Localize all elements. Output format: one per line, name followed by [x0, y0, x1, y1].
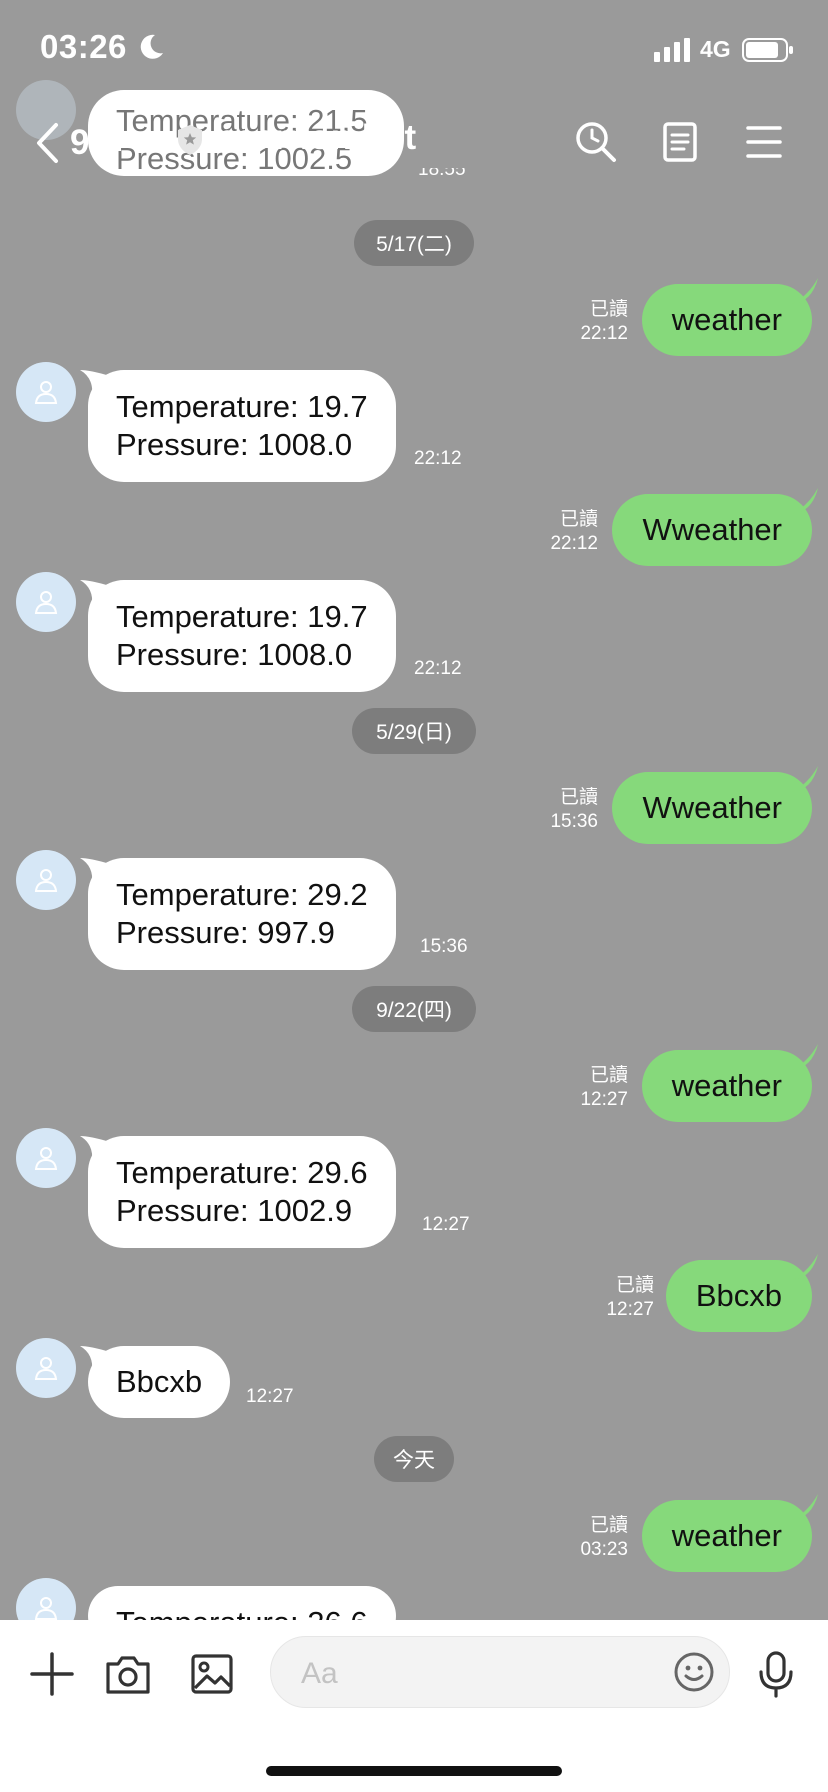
- bubble-tail: [792, 766, 818, 792]
- message-bubble-sent[interactable]: Wweather: [612, 766, 818, 844]
- read-receipt: 已讀 12:27: [606, 1274, 654, 1322]
- message-bubble-sent[interactable]: weather: [641, 278, 818, 356]
- message-text: Bbcxb: [695, 1278, 782, 1313]
- user-icon: [34, 1357, 58, 1380]
- message-bubble-received[interactable]: Temperature: 19.7 Pressure: 1008.0: [80, 370, 396, 482]
- bubble-tail: [792, 278, 818, 304]
- date-separator: 今天: [374, 1436, 454, 1482]
- message-line: Bbcxb: [116, 1364, 203, 1399]
- message-input-placeholder: Aa: [301, 1657, 338, 1690]
- bubble-tail: [80, 370, 110, 396]
- chat-screen: Temperature: 21.5 Pressure: 1002.5 18:55…: [0, 0, 828, 1792]
- message-bubble-received[interactable]: Temperature: 29.6 Pressure: 1002.9: [80, 1136, 396, 1248]
- menu-icon[interactable]: [742, 120, 786, 164]
- user-icon: [34, 1597, 58, 1620]
- avatar[interactable]: [16, 850, 76, 910]
- message-time: 18:55: [418, 168, 466, 180]
- read-receipt: 已讀 22:12: [550, 508, 598, 556]
- date-separator: 5/17(二): [354, 220, 474, 266]
- message-bubble-sent[interactable]: weather: [641, 1044, 818, 1122]
- read-receipt: 已讀 22:12: [580, 298, 628, 346]
- unread-count: 99+: [70, 123, 130, 162]
- bubble-tail: [80, 1136, 110, 1162]
- shield-icon: [178, 125, 202, 155]
- message-bubble-sent[interactable]: Wweather: [612, 488, 818, 566]
- message-line: Temperature: 19.7: [116, 389, 368, 424]
- read-receipt: 已讀 12:27: [580, 1064, 628, 1112]
- bubble-tail: [792, 488, 818, 514]
- date-separator: 5/29(日): [352, 708, 476, 754]
- bubble-tail: [792, 1044, 818, 1070]
- chat-title[interactable]: bearnon bot: [214, 118, 416, 158]
- read-receipt: 已讀 15:36: [550, 786, 598, 834]
- message-time: 22:12: [580, 323, 628, 344]
- network-label: 4G: [700, 36, 731, 62]
- user-icon: [34, 381, 58, 404]
- moon-icon: [140, 34, 163, 59]
- user-icon: [34, 1147, 58, 1170]
- message-line: Pressure: 1008.0: [116, 427, 353, 462]
- message-text: weather: [671, 1518, 782, 1553]
- message-time: 15:36: [550, 811, 598, 832]
- avatar[interactable]: [16, 362, 76, 422]
- camera-icon[interactable]: [104, 1650, 152, 1698]
- message-text: Wweather: [642, 512, 782, 547]
- read-label: 已讀: [589, 1515, 628, 1536]
- signal-icon: [654, 38, 690, 62]
- message-time: 22:12: [550, 533, 598, 554]
- message-time: 22:12: [414, 658, 462, 679]
- search-icon[interactable]: [574, 120, 618, 164]
- message-line: Temperature: 29.6: [116, 1155, 368, 1190]
- notes-icon[interactable]: [658, 120, 702, 164]
- message-text: weather: [671, 302, 782, 337]
- avatar[interactable]: [16, 572, 76, 632]
- message-bubble-received[interactable]: Temperature: 19.7 Pressure: 1008.0: [80, 580, 396, 692]
- message-time: 22:12: [414, 448, 462, 469]
- date-separator: 9/22(四): [352, 986, 476, 1032]
- emoji-icon[interactable]: [673, 1651, 715, 1693]
- avatar[interactable]: [16, 1128, 76, 1188]
- message-line: Temperature: 29.2: [116, 877, 368, 912]
- read-receipt: 已讀 03:23: [580, 1514, 628, 1562]
- bubble-tail: [80, 1346, 110, 1372]
- bubble-tail: [80, 580, 110, 606]
- back-button[interactable]: 99+: [34, 118, 134, 168]
- image-icon[interactable]: [188, 1650, 236, 1698]
- read-label: 已讀: [559, 787, 598, 808]
- message-bubble-received[interactable]: Bbcxb: [80, 1346, 231, 1418]
- bubble-tail: [792, 1254, 818, 1280]
- message-line: Pressure: 1002.9: [116, 1193, 353, 1228]
- message-text: weather: [671, 1068, 782, 1103]
- message-bubble-sent[interactable]: Bbcxb: [665, 1254, 818, 1332]
- message-time: 15:36: [420, 936, 468, 957]
- read-label: 已讀: [589, 1065, 628, 1086]
- bubble-tail: [792, 1494, 818, 1520]
- message-bubble-sent[interactable]: weather: [641, 1494, 818, 1572]
- chevron-left-icon: [37, 123, 58, 163]
- avatar[interactable]: [16, 1338, 76, 1398]
- message-text: Wweather: [642, 790, 782, 825]
- message-line: Pressure: 997.9: [116, 915, 335, 950]
- message-line: Temperature: 19.7: [116, 599, 368, 634]
- message-input[interactable]: Aa: [270, 1636, 730, 1708]
- message-line: Pressure: 1008.0: [116, 637, 353, 672]
- status-time: 03:26: [40, 28, 127, 65]
- read-label: 已讀: [589, 299, 628, 320]
- message-time: 12:27: [422, 1214, 470, 1235]
- user-icon: [34, 869, 58, 892]
- message-time: 12:27: [580, 1089, 628, 1110]
- read-label: 已讀: [559, 509, 598, 530]
- battery-icon: [742, 38, 793, 62]
- message-bubble-received[interactable]: Temperature: 29.2 Pressure: 997.9: [80, 858, 396, 970]
- message-time: 03:23: [580, 1539, 628, 1560]
- read-label: 已讀: [615, 1275, 654, 1296]
- home-indicator[interactable]: [266, 1766, 562, 1776]
- plus-icon[interactable]: [28, 1650, 76, 1698]
- message-time: 12:27: [246, 1386, 294, 1407]
- user-icon: [34, 591, 58, 614]
- bubble-tail: [80, 858, 110, 884]
- microphone-icon[interactable]: [752, 1650, 800, 1698]
- message-time: 12:27: [606, 1299, 654, 1320]
